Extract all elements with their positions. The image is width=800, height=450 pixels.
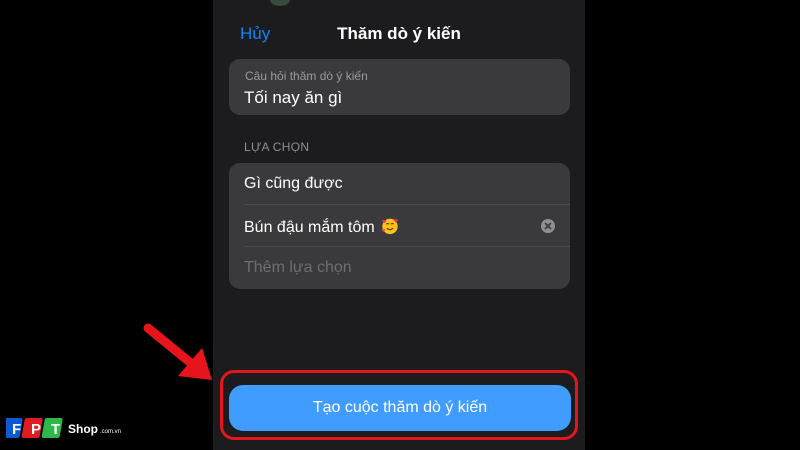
fpt-shop-logo: F P T Shop .com.vn [6,418,121,438]
svg-text:T: T [51,421,60,438]
x-circle-icon[interactable] [541,219,555,233]
option-text-2[interactable]: Bún đậu mắm tôm [244,217,399,237]
question-value[interactable]: Tối nay ăn gì [244,88,342,108]
page-title: Thăm dò ý kiến [337,24,461,43]
option-row-1[interactable]: Gì cũng được [229,163,570,205]
svg-text:.com.vn: .com.vn [100,429,121,435]
svg-text:Shop: Shop [68,422,98,436]
question-field[interactable]: Câu hỏi thăm dò ý kiến Tối nay ăn gì [229,59,570,115]
question-placeholder: Câu hỏi thăm dò ý kiến [245,69,368,83]
option-text-2-label: Bún đậu mắm tôm [244,219,375,236]
svg-text:F: F [12,421,21,438]
red-arrow-icon [143,323,212,380]
svg-text:P: P [31,421,41,438]
option-row-2[interactable]: Bún đậu mắm tôm [229,205,570,247]
smiling-face-with-hearts-icon [381,218,398,235]
options-section-label: LỰA CHỌN [244,140,310,154]
options-list: Gì cũng được Bún đậu mắm tôm Thêm lựa ch… [229,163,570,289]
highlight-annotation [220,370,578,440]
add-option-placeholder[interactable]: Thêm lựa chọn [244,259,352,277]
add-option-row[interactable]: Thêm lựa chọn [229,247,570,289]
option-text-1[interactable]: Gì cũng được [244,175,343,193]
